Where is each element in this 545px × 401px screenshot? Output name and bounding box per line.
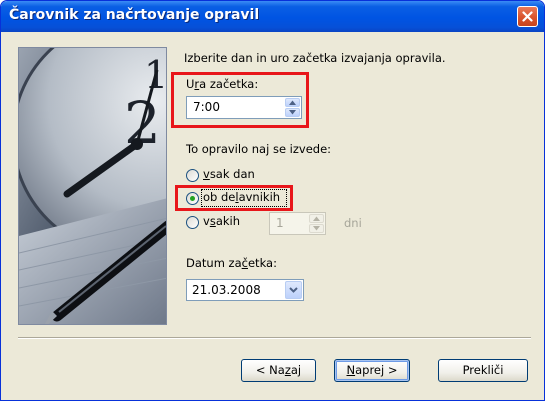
close-icon (522, 11, 533, 22)
title-bar[interactable]: Čarovnik za načrtovanje opravil (1, 1, 544, 32)
arrow-up-icon (289, 100, 296, 105)
dialog-body: 2 1 Izberite dan in uro začetka izvajanj… (4, 32, 541, 399)
window-title: Čarovnik za načrtovanje opravil (9, 7, 260, 23)
start-date-label: Datum začetka: (186, 256, 277, 270)
radio-every-n-days-label[interactable]: vsakih (203, 214, 240, 228)
every-n-days-spinner[interactable]: 1 (269, 212, 326, 235)
start-time-up-button[interactable] (285, 98, 300, 107)
chevron-down-icon (289, 287, 298, 293)
radio-weekdays-label[interactable]: ob delavnikih (203, 190, 280, 204)
run-group-label: To opravilo naj se izvede: (186, 142, 332, 156)
every-n-days-value: 1 (276, 216, 284, 230)
radio-every-n-days[interactable] (186, 216, 199, 229)
start-date-dropdown-button[interactable] (285, 281, 302, 299)
close-button[interactable] (517, 6, 538, 27)
arrow-down-icon (289, 110, 296, 115)
every-n-days-up-button[interactable] (309, 214, 324, 223)
arrow-down-icon (313, 226, 320, 231)
start-date-value: 21.03.2008 (192, 283, 261, 297)
radio-weekdays[interactable] (186, 192, 199, 205)
next-button[interactable]: Naprej > (334, 359, 410, 382)
arrow-up-icon (313, 216, 320, 221)
back-button[interactable]: < Nazaj (241, 359, 316, 382)
footer-separator (18, 337, 531, 339)
start-time-spinner[interactable]: 7:00 (186, 96, 302, 119)
wizard-window: Čarovnik za načrtovanje opravil Izberite… (0, 0, 545, 401)
radio-selected-dot (190, 196, 195, 201)
radio-daily[interactable] (186, 169, 199, 182)
every-n-days-down-button[interactable] (309, 224, 324, 233)
instruction-text: Izberite dan in uro začetka izvajanja op… (184, 51, 446, 65)
start-time-value: 7:00 (193, 100, 220, 114)
start-time-down-button[interactable] (285, 108, 300, 117)
every-n-days-unit: dni (344, 216, 362, 230)
start-date-picker[interactable]: 21.03.2008 (186, 279, 304, 301)
start-time-label: Ura začetka: (186, 77, 259, 91)
radio-daily-label[interactable]: vsak dan (203, 167, 255, 181)
wizard-side-image: 2 1 (18, 47, 167, 325)
cancel-button[interactable]: Prekliči (438, 359, 528, 382)
